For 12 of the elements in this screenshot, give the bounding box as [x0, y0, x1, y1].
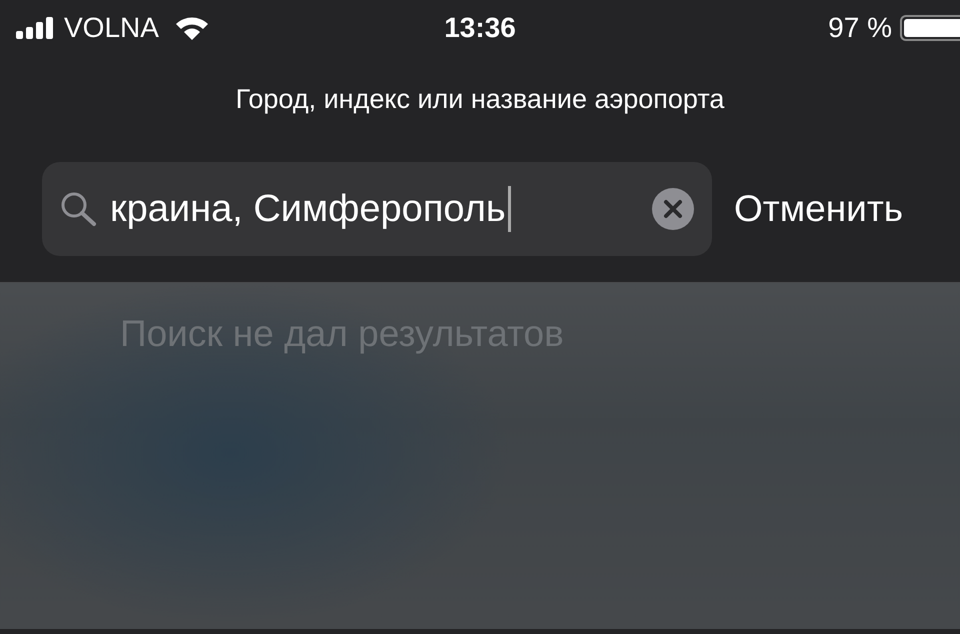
- search-icon: [60, 191, 98, 227]
- battery-icon: [900, 15, 960, 41]
- search-title: Город, индекс или название аэропорта: [234, 84, 726, 116]
- signal-icon: [16, 17, 56, 39]
- clock-time: 13:36: [443, 12, 517, 44]
- wifi-icon: [174, 16, 209, 40]
- search-value: краина, Симферополь: [110, 186, 640, 232]
- cancel-button[interactable]: Отменить: [734, 188, 904, 230]
- clear-icon[interactable]: [652, 188, 694, 230]
- search-field[interactable]: краина, Симферополь: [42, 162, 712, 256]
- battery-percent: 97 %: [828, 12, 892, 44]
- carrier-name: VOLNA: [64, 12, 159, 44]
